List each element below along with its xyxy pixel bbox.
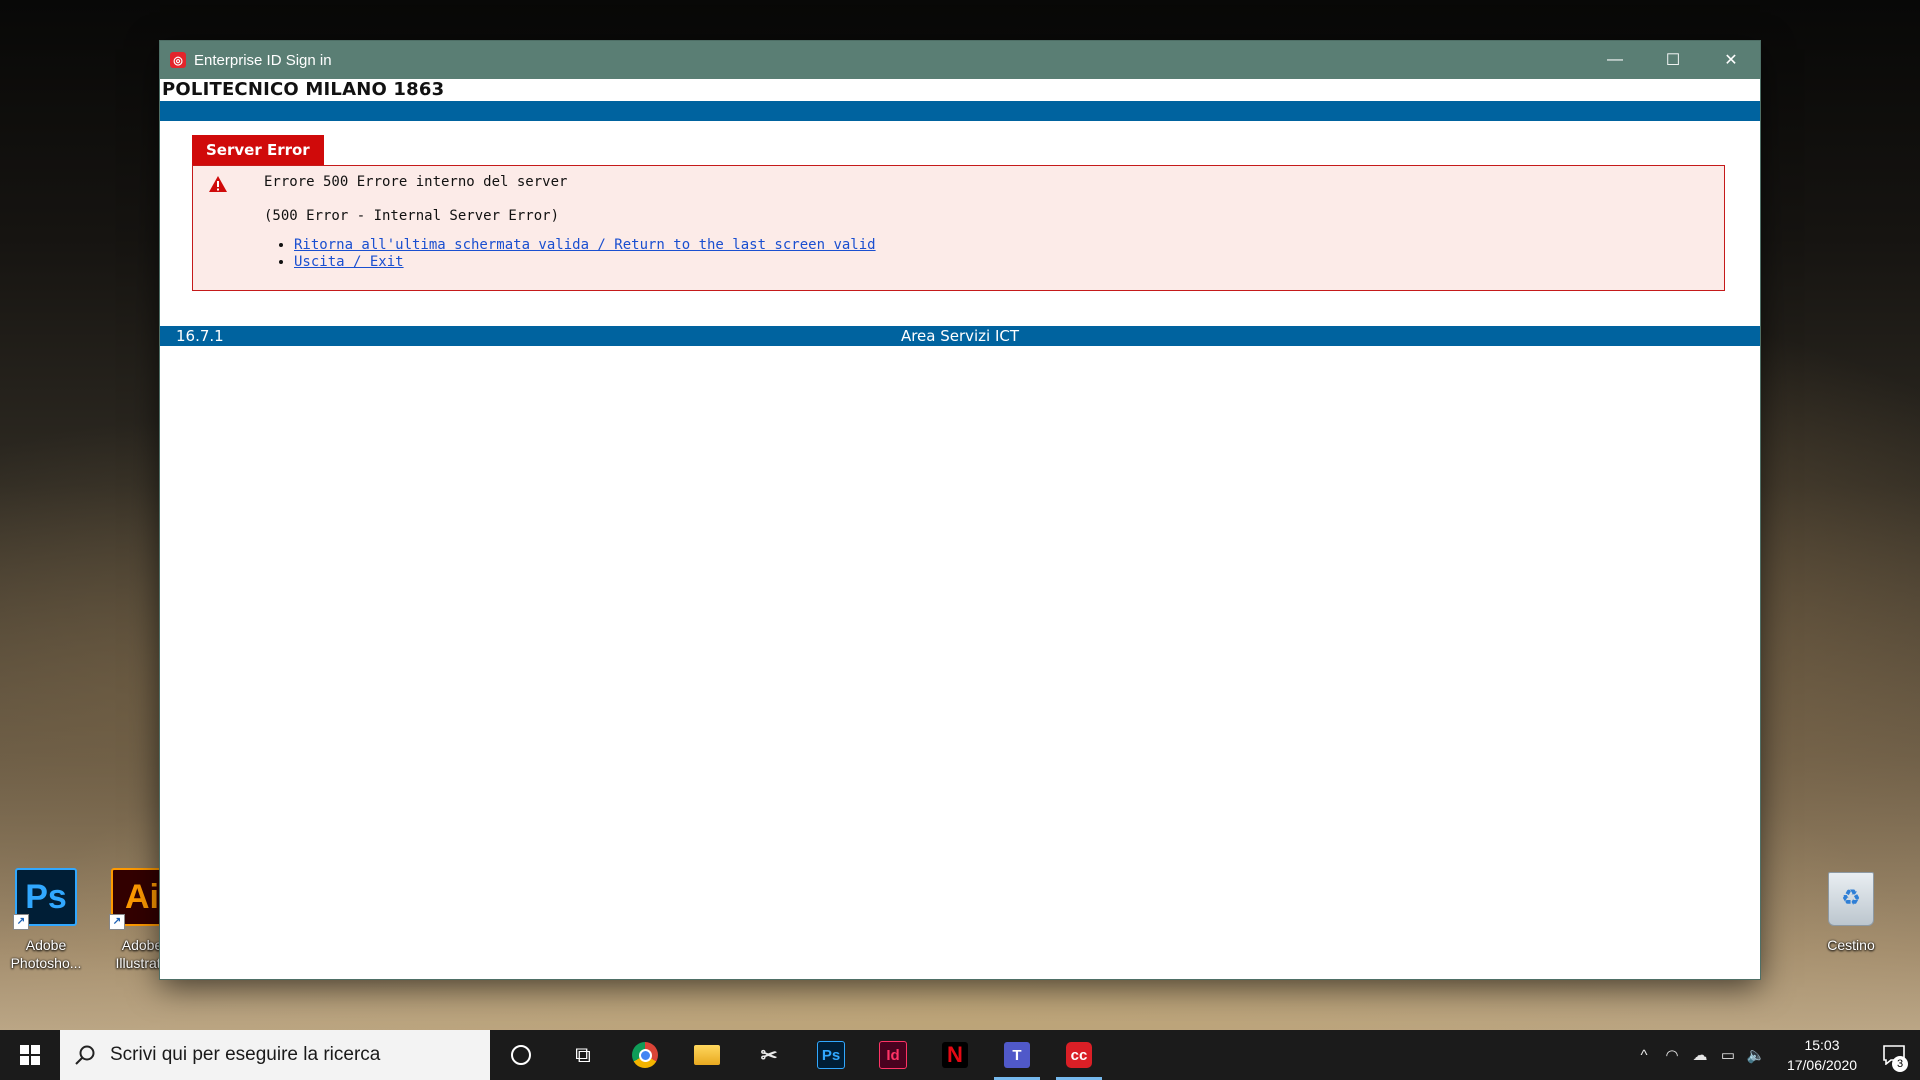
photoshop-icon: Ps ↗ [13, 868, 77, 930]
creative-cloud-icon: cc [1066, 1042, 1092, 1068]
error-links: Ritorna all'ultima schermata valida / Re… [276, 237, 876, 271]
shortcut-arrow-icon: ↗ [13, 914, 29, 930]
minimize-button[interactable]: — [1586, 41, 1644, 79]
clock-time: 15:03 [1804, 1037, 1840, 1053]
list-item: Ritorna all'ultima schermata valida / Re… [294, 237, 876, 254]
version-label: 16.7.1 [176, 327, 224, 345]
desktop-icon-label: Cestino [1827, 937, 1875, 953]
taskbar-snip-sketch[interactable]: ✂ [738, 1030, 800, 1080]
cortana-icon [511, 1045, 531, 1065]
taskbar-creative-cloud[interactable]: cc [1048, 1030, 1110, 1080]
exit-link[interactable]: Uscita / Exit [294, 254, 404, 270]
taskbar-search[interactable]: Scrivi qui per eseguire la ricerca [60, 1030, 490, 1080]
action-center-button[interactable]: 3 [1868, 1030, 1920, 1080]
window-controls: — ☐ ✕ [1586, 41, 1760, 79]
system-tray: ^ ◠ ☁ ▭ 🔈 15:03 17/06/2020 3 [1630, 1030, 1920, 1080]
indesign-icon: Id [879, 1041, 907, 1069]
taskbar-teams[interactable]: T [986, 1030, 1048, 1080]
windows-logo-icon [20, 1045, 40, 1065]
notification-count-badge: 3 [1892, 1056, 1908, 1072]
taskbar: Scrivi qui per eseguire la ricerca ⧉ ✂ P… [0, 1030, 1920, 1080]
onedrive-icon[interactable]: ☁ [1686, 1046, 1714, 1064]
wifi-icon[interactable]: ◠ [1658, 1046, 1686, 1064]
window-titlebar[interactable]: ◎ Enterprise ID Sign in — ☐ ✕ [160, 41, 1760, 79]
netflix-icon: N [942, 1042, 968, 1068]
return-last-screen-link[interactable]: Ritorna all'ultima schermata valida / Re… [294, 237, 876, 253]
search-icon [75, 1045, 95, 1065]
search-placeholder: Scrivi qui per eseguire la ricerca [110, 1044, 381, 1065]
taskbar-file-explorer[interactable] [676, 1030, 738, 1080]
window-title: Enterprise ID Sign in [194, 51, 332, 69]
desktop-icon-photoshop[interactable]: Ps ↗ Adobe Photosho... [0, 868, 96, 972]
recycle-bin-icon [1828, 872, 1874, 926]
taskbar-photoshop[interactable]: Ps [800, 1030, 862, 1080]
taskbar-netflix[interactable]: N [924, 1030, 986, 1080]
desktop-icon-recycle-bin[interactable]: Cestino [1801, 872, 1901, 954]
close-button[interactable]: ✕ [1702, 41, 1760, 79]
shortcut-arrow-icon: ↗ [109, 914, 125, 930]
maximize-button[interactable]: ☐ [1644, 41, 1702, 79]
battery-icon[interactable]: ▭ [1714, 1046, 1742, 1064]
taskbar-cortana[interactable] [490, 1030, 552, 1080]
desktop-icon-label: Adobe Photosho... [10, 937, 82, 971]
main-content: Server Error Errore 500 Errore interno d… [160, 121, 1760, 326]
header-band [160, 101, 1760, 121]
chevron-up-icon[interactable]: ^ [1630, 1047, 1658, 1064]
folder-icon [694, 1045, 720, 1065]
error-message: Errore 500 Errore interno del server [264, 174, 568, 190]
error-box: Errore 500 Errore interno del server (50… [192, 165, 1725, 291]
warning-icon [209, 176, 227, 192]
teams-icon: T [1004, 1042, 1030, 1068]
photoshop-icon: Ps [817, 1041, 845, 1069]
error-tab: Server Error [192, 135, 324, 165]
brand-logo: POLITECNICO MILANO 1863 [162, 79, 445, 100]
taskbar-task-view[interactable]: ⧉ [552, 1030, 614, 1080]
list-item: Uscita / Exit [294, 254, 876, 271]
app-window: ◎ Enterprise ID Sign in — ☐ ✕ POLITECNIC… [160, 41, 1760, 979]
snip-sketch-icon: ✂ [760, 1044, 778, 1067]
clock-date: 17/06/2020 [1786, 1057, 1858, 1073]
volume-icon[interactable]: 🔈 [1742, 1046, 1770, 1064]
chrome-icon [632, 1042, 658, 1068]
creative-cloud-icon: ◎ [170, 52, 186, 68]
taskbar-clock[interactable]: 15:03 17/06/2020 [1776, 1035, 1868, 1075]
start-button[interactable] [0, 1030, 60, 1080]
footer-band: Area Servizi ICT 16.7.1 [160, 326, 1760, 346]
task-view-icon: ⧉ [575, 1042, 591, 1067]
footer-title: Area Servizi ICT [900, 327, 1020, 345]
taskbar-indesign[interactable]: Id [862, 1030, 924, 1080]
pinned-apps: ⧉ ✂ Ps Id N T cc [490, 1030, 1110, 1080]
error-message-english: (500 Error - Internal Server Error) [264, 208, 560, 224]
taskbar-chrome[interactable] [614, 1030, 676, 1080]
